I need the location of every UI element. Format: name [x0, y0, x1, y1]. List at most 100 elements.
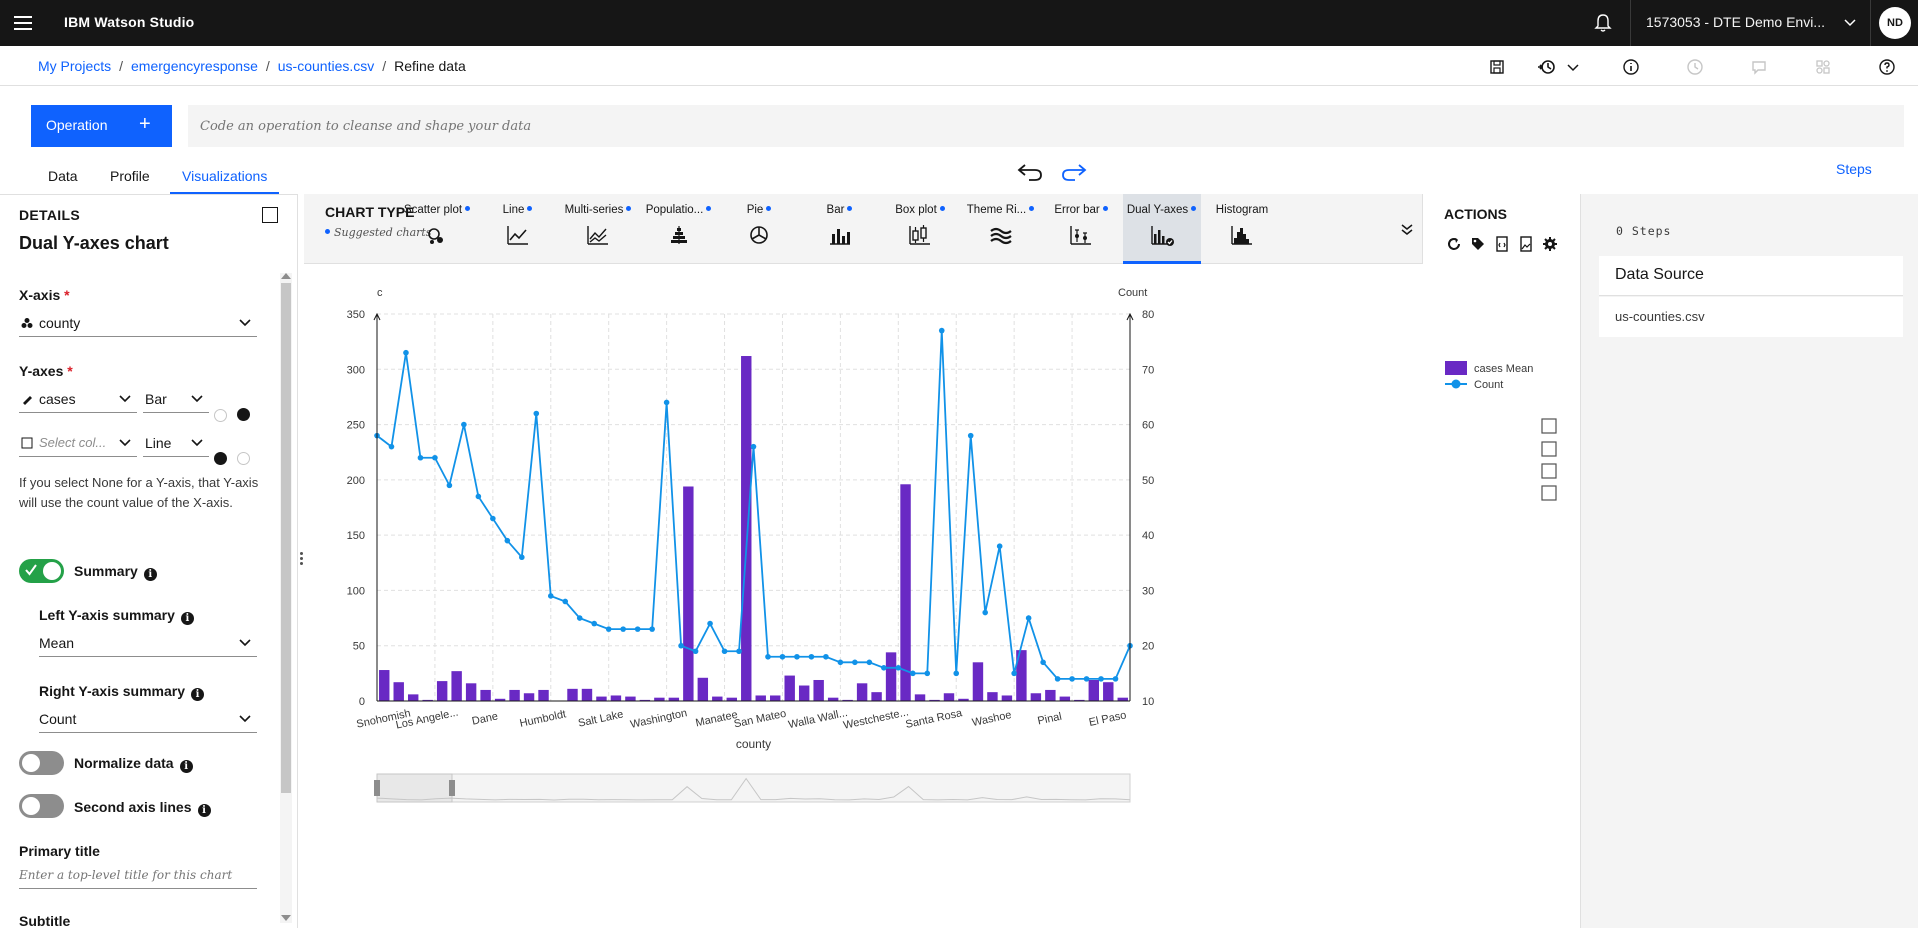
chart-type-scatter-plot[interactable]: Scatter plot — [398, 194, 476, 264]
summary-toggle[interactable] — [19, 559, 64, 583]
line-point-count[interactable] — [388, 443, 395, 450]
chart-type-line[interactable]: Line — [479, 194, 557, 264]
line-point-count[interactable] — [909, 670, 916, 677]
line-point-count[interactable] — [779, 653, 786, 660]
info-icon[interactable]: i — [180, 612, 194, 625]
collapse-panel-icon[interactable] — [262, 207, 278, 223]
bar-cases-mean[interactable] — [770, 695, 781, 701]
comment-icon[interactable] — [1750, 58, 1768, 76]
line-point-count[interactable] — [924, 670, 931, 677]
line-point-count[interactable] — [1025, 615, 1032, 621]
bar-cases-mean[interactable] — [407, 694, 419, 701]
line-point-count[interactable] — [721, 648, 728, 655]
operation-code-input[interactable] — [188, 105, 1904, 147]
y2-column-select[interactable]: Select col... — [19, 431, 137, 457]
line-point-count[interactable] — [417, 454, 424, 461]
line-point-count[interactable] — [765, 653, 771, 660]
bar-cases-mean[interactable] — [943, 693, 955, 701]
line-point-count[interactable] — [547, 593, 554, 599]
line-point-count[interactable] — [446, 482, 453, 489]
chart-type-error-bar[interactable]: Error bar — [1042, 194, 1120, 264]
app-brand[interactable]: IBM Watson Studio — [64, 14, 194, 30]
settings-gear-icon[interactable] — [1542, 236, 1558, 252]
export-code-icon[interactable] — [1494, 236, 1510, 252]
tag-icon[interactable] — [1470, 236, 1486, 252]
help-icon[interactable] — [1878, 58, 1896, 76]
export-image-icon[interactable] — [1518, 236, 1534, 252]
dual-y-axes-chart[interactable]: 0 50 100 150 200 250 300 350 10 20 30 40 50 60 70 80 c Co… — [304, 264, 1580, 928]
bar-cases-mean[interactable] — [741, 356, 752, 701]
restore-icon[interactable] — [1541, 463, 1557, 479]
bar-cases-mean[interactable] — [798, 685, 810, 701]
line-point-count[interactable] — [982, 609, 988, 616]
line-point-count[interactable] — [1112, 676, 1119, 682]
info-icon[interactable]: i — [197, 804, 211, 817]
bar-cases-mean[interactable] — [610, 695, 622, 701]
line-point-count[interactable] — [605, 626, 612, 632]
line-point-count[interactable] — [1083, 676, 1090, 682]
user-avatar[interactable]: ND — [1879, 7, 1911, 39]
line-point-count[interactable] — [750, 443, 757, 450]
data-zoom-handle-left[interactable] — [374, 780, 380, 796]
bar-cases-mean[interactable] — [712, 696, 723, 701]
zoom-select-icon[interactable] — [1541, 418, 1557, 434]
line-point-count[interactable] — [707, 620, 713, 627]
x-axis-select[interactable]: county — [19, 311, 257, 337]
bar-cases-mean[interactable] — [856, 683, 868, 701]
line-point-count[interactable] — [663, 399, 670, 406]
chart-type-box-plot[interactable]: Box plot — [881, 194, 959, 264]
breadcrumb-my-projects[interactable]: My Projects — [38, 58, 111, 74]
bar-cases-mean[interactable] — [813, 679, 824, 701]
line-point-count[interactable] — [461, 421, 467, 428]
bar-cases-mean[interactable] — [1059, 696, 1071, 701]
undo-icon[interactable] — [1016, 160, 1044, 184]
line-point-count[interactable] — [1098, 676, 1104, 682]
y2-type-select[interactable]: Line — [143, 431, 209, 457]
account-switcher[interactable]: 1573053 - DTE Demo Envi... — [1646, 14, 1825, 30]
line-point-count[interactable] — [1069, 676, 1075, 682]
bar-cases-mean[interactable] — [1001, 695, 1013, 701]
tab-profile[interactable]: Profile — [98, 164, 162, 194]
chart-type-populatio[interactable]: Populatio... — [640, 194, 718, 264]
bar-cases-mean[interactable] — [1045, 689, 1056, 701]
breadcrumb-project[interactable]: emergencyresponse — [131, 58, 258, 74]
bar-cases-mean[interactable] — [393, 682, 404, 701]
bar-cases-mean[interactable] — [480, 689, 491, 701]
chevron-down-icon[interactable] — [1842, 14, 1858, 30]
line-point-count[interactable] — [1040, 659, 1046, 666]
normalize-toggle[interactable] — [19, 751, 64, 775]
line-point-count[interactable] — [794, 653, 800, 660]
line-point-count[interactable] — [576, 615, 583, 621]
info-icon[interactable] — [1622, 58, 1640, 76]
line-point-count[interactable] — [649, 626, 655, 632]
bar-cases-mean[interactable] — [379, 670, 390, 701]
recent-icon[interactable] — [1686, 58, 1704, 76]
steps-link[interactable]: Steps — [1836, 161, 1872, 177]
data-source-file-card[interactable]: us-counties.csv — [1599, 297, 1903, 337]
hamburger-menu-icon[interactable] — [10, 10, 36, 36]
line-point-count[interactable] — [634, 626, 641, 632]
line-point-count[interactable] — [852, 659, 858, 666]
download-icon[interactable] — [1541, 485, 1557, 501]
y1-column-select[interactable]: cases — [19, 387, 137, 413]
line-point-count[interactable] — [953, 670, 960, 677]
bar-cases-mean[interactable] — [987, 692, 998, 701]
line-point-count[interactable] — [938, 327, 945, 334]
history-icon[interactable] — [1536, 58, 1560, 76]
line-point-count[interactable] — [403, 349, 409, 356]
line-point-count[interactable] — [432, 454, 438, 461]
line-point-count[interactable] — [519, 554, 525, 561]
bar-cases-mean[interactable] — [596, 696, 607, 701]
bar-cases-mean[interactable] — [436, 681, 448, 701]
data-zoom-slider[interactable] — [376, 773, 1131, 803]
data-source-card[interactable]: Data Source — [1599, 256, 1903, 296]
primary-title-input[interactable] — [19, 861, 257, 889]
line-point-count[interactable] — [620, 626, 626, 632]
line-point-count[interactable] — [866, 659, 873, 666]
right-summary-select[interactable]: Count — [39, 707, 257, 733]
line-point-count[interactable] — [475, 493, 482, 500]
line-point-count[interactable] — [823, 653, 829, 660]
bar-cases-mean[interactable] — [523, 693, 535, 701]
chart-type-pie[interactable]: Pie — [720, 194, 798, 264]
tab-visualizations[interactable]: Visualizations — [170, 164, 280, 194]
